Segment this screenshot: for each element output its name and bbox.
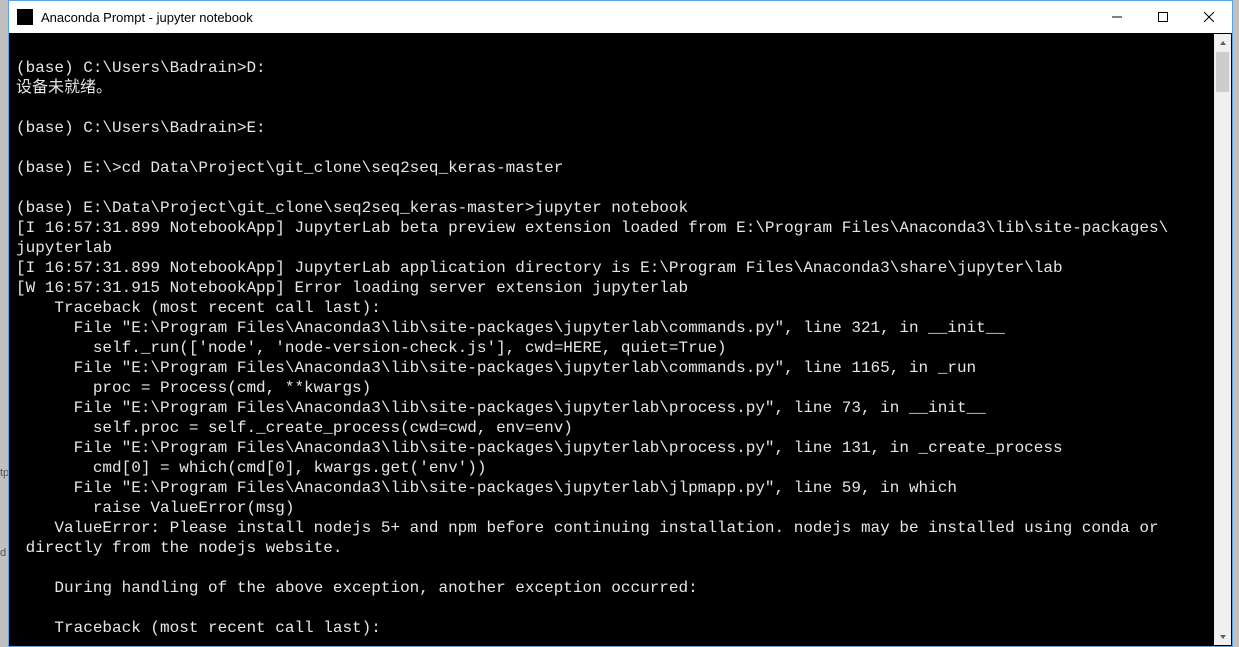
background-fragment: tp (0, 467, 8, 479)
minimize-button[interactable] (1094, 1, 1140, 33)
terminal-window: Anaconda Prompt - jupyter notebook (base… (8, 0, 1233, 647)
scroll-up-button[interactable] (1214, 34, 1231, 51)
terminal-area: (base) C:\Users\Badrain>D: 设备未就绪。 (base)… (10, 34, 1231, 645)
scrollbar-thumb[interactable] (1216, 52, 1229, 92)
close-button[interactable] (1186, 1, 1232, 33)
window-title: Anaconda Prompt - jupyter notebook (41, 10, 1094, 25)
vertical-scrollbar[interactable] (1214, 34, 1231, 645)
scroll-down-button[interactable] (1214, 628, 1231, 645)
terminal-icon (17, 9, 33, 25)
titlebar[interactable]: Anaconda Prompt - jupyter notebook (9, 1, 1232, 33)
terminal-output[interactable]: (base) C:\Users\Badrain>D: 设备未就绪。 (base)… (10, 34, 1214, 645)
maximize-button[interactable] (1140, 1, 1186, 33)
background-fragment: d (0, 547, 8, 559)
window-controls (1094, 1, 1232, 33)
